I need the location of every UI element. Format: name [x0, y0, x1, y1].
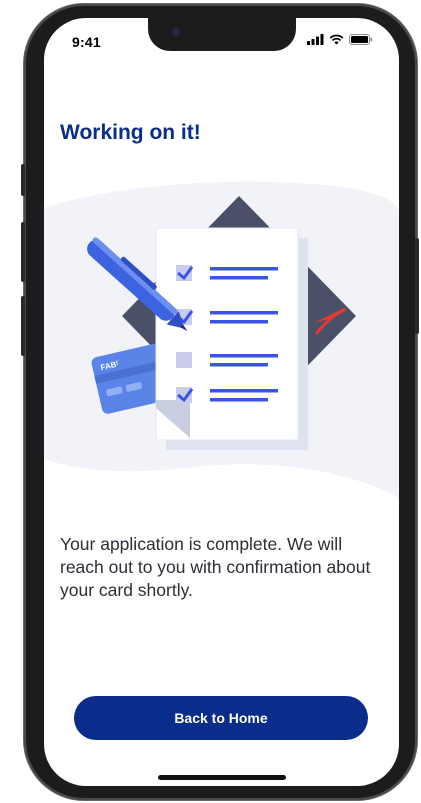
application-illustration: FABᶠ: [44, 181, 399, 498]
volume-down-button: [21, 296, 25, 356]
checkbox-icon: [176, 352, 192, 368]
camera-icon: [172, 28, 180, 36]
volume-up-button: [21, 222, 25, 282]
screen: 9:41 Working on it! FABᶠ Your applicatio…: [44, 18, 399, 786]
home-indicator[interactable]: [158, 775, 286, 780]
confirmation-message: Your application is complete. We will re…: [60, 534, 371, 600]
status-icons: [307, 34, 373, 45]
signal-icon: [307, 34, 324, 45]
wifi-icon: [329, 34, 344, 45]
checklist-document: [155, 227, 308, 450]
battery-icon: [349, 34, 373, 45]
page-title: Working on it!: [60, 121, 201, 144]
back-to-home-button[interactable]: Back to Home: [74, 696, 368, 740]
notch: [148, 18, 296, 51]
status-time: 9:41: [72, 34, 101, 50]
power-button: [415, 238, 419, 334]
mute-switch: [21, 164, 25, 196]
